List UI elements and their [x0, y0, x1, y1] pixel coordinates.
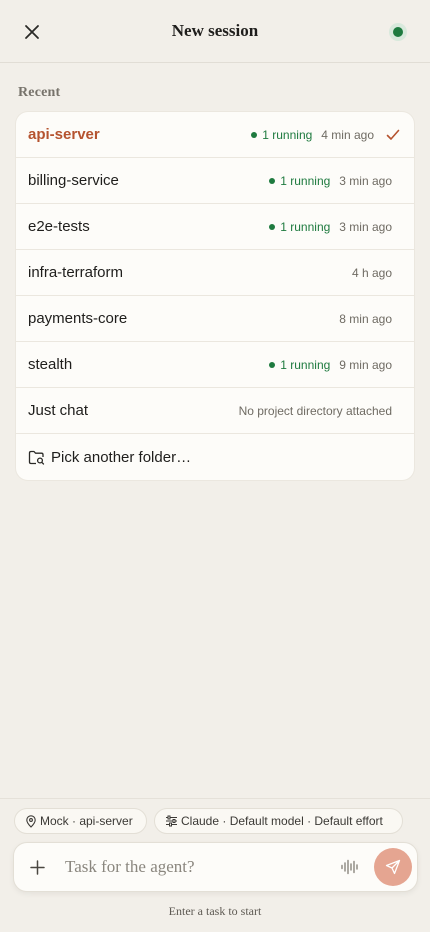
list-item-name: payments-core [28, 310, 128, 327]
list-item-e2e-tests[interactable]: e2e-tests 1 running 3 min ago [16, 204, 414, 250]
list-item-name: stealth [28, 356, 73, 373]
recent-list: api-server 1 running 4 min ago billing-s… [16, 112, 414, 480]
list-item-name: billing-service [28, 172, 119, 189]
check-icon [386, 129, 400, 141]
list-item-time: 9 min ago [339, 357, 392, 372]
list-item-time: 4 h ago [351, 265, 392, 280]
list-item-time: 8 min ago [339, 311, 392, 326]
sliders-icon [166, 815, 177, 827]
plus-icon [29, 859, 45, 875]
model-chip-label: Claude · Default model · Default effort [181, 814, 383, 828]
list-item-meta: 1 running 4 min ago [251, 128, 400, 142]
list-item-name: api-server [28, 126, 100, 143]
list-item-meta: No project directory attached [239, 404, 392, 418]
connection-status [389, 23, 407, 41]
list-item-time: 3 min ago [339, 219, 392, 234]
add-attachment-button[interactable] [14, 842, 60, 892]
status-dot-icon [393, 27, 403, 37]
close-icon [25, 25, 39, 39]
list-item-note: No project directory attached [238, 403, 392, 418]
list-item-payments-core[interactable]: payments-core 8 min ago [16, 296, 414, 342]
list-item-api-server[interactable]: api-server 1 running 4 min ago [16, 112, 414, 158]
waveform-icon [341, 859, 358, 875]
running-badge: 1 running [251, 128, 312, 142]
composer-hint: Enter a task to start [168, 904, 262, 918]
project-chip[interactable]: Mock · api-server [14, 808, 147, 834]
list-item-meta: 8 min ago [339, 312, 392, 326]
running-badge: 1 running [269, 220, 330, 234]
list-item-billing-service[interactable]: billing-service 1 running 3 min ago [16, 158, 414, 204]
pick-folder-button[interactable]: Pick another folder… [16, 434, 414, 480]
list-item-time: 3 min ago [339, 173, 392, 188]
project-chip-label: Mock · api-server [40, 814, 133, 828]
header: New session [0, 0, 430, 63]
pick-folder-label: Pick another folder… [51, 448, 192, 466]
list-item-name: Just chat [28, 402, 89, 419]
list-item-name: e2e-tests [28, 218, 90, 235]
list-item-stealth[interactable]: stealth 1 running 9 min ago [16, 342, 414, 388]
list-item-meta: 1 running 9 min ago [269, 358, 392, 372]
list-item-just-chat[interactable]: Just chat No project directory attached [16, 388, 414, 434]
running-badge: 1 running [269, 174, 330, 188]
model-chip[interactable]: Claude · Default model · Default effort [154, 808, 403, 834]
send-button[interactable] [374, 848, 412, 886]
pick-folder-content: Pick another folder… [28, 449, 392, 466]
list-item-infra-terraform[interactable]: infra-terraform 4 h ago [16, 250, 414, 296]
recent-section-label: Recent [18, 85, 61, 100]
close-button[interactable] [20, 20, 44, 44]
page-title: New session [171, 21, 259, 40]
list-item-meta: 1 running 3 min ago [269, 220, 392, 234]
list-item-meta: 1 running 3 min ago [269, 174, 392, 188]
folder-search-icon [28, 450, 45, 465]
voice-input-button[interactable] [336, 853, 364, 881]
task-input[interactable] [60, 847, 336, 887]
list-item-time: 4 min ago [321, 127, 374, 142]
divider [0, 798, 430, 799]
running-badge: 1 running [269, 358, 330, 372]
composer [13, 842, 418, 892]
list-item-meta: 4 h ago [352, 266, 392, 280]
map-pin-icon [26, 814, 36, 828]
send-icon [385, 859, 401, 875]
list-item-name: infra-terraform [28, 264, 124, 281]
